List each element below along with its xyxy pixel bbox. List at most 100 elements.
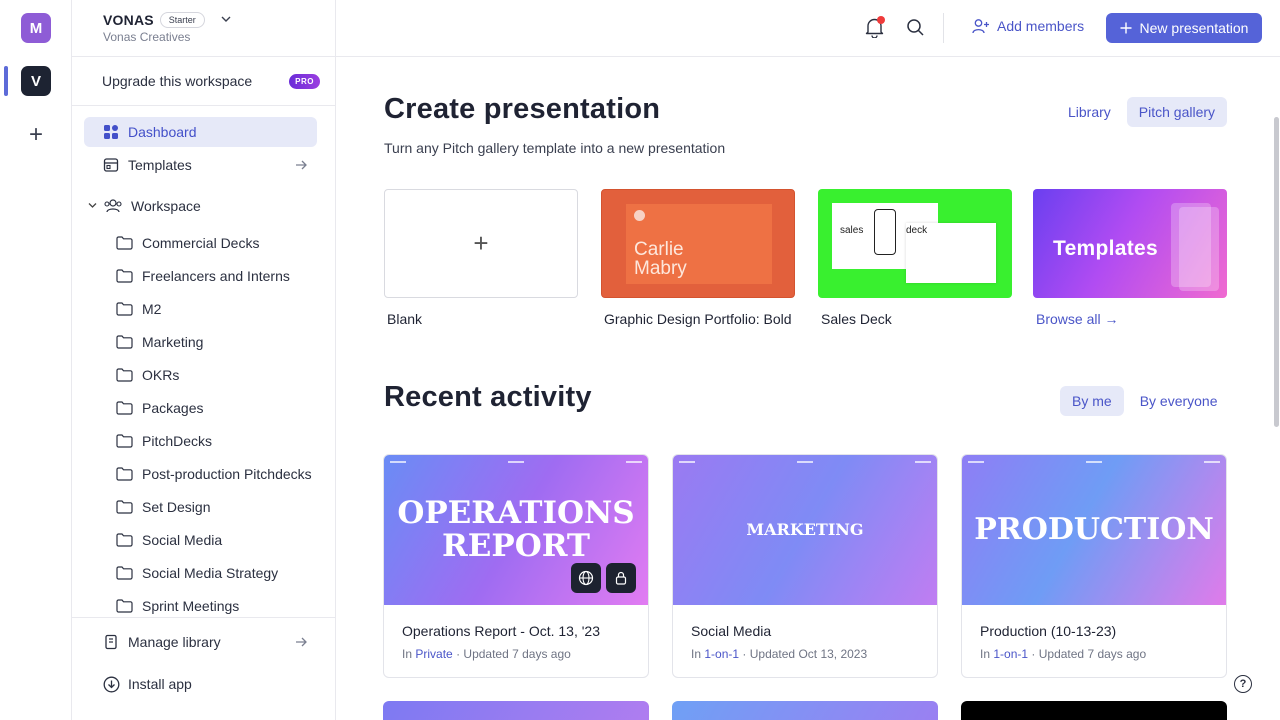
sidebar-folder-item[interactable]: Social Media [116,528,222,552]
template-thumbnail[interactable]: + [384,189,578,298]
presentation-card-partial[interactable] [672,701,938,720]
thumbnail-header [679,461,931,463]
folder-link[interactable]: Private [415,647,452,661]
sidebar-folder-item[interactable]: Packages [116,396,203,420]
tab-by-everyone[interactable]: By everyone [1128,386,1230,416]
library-icon [102,633,120,651]
recent-activity-title: Recent activity [384,381,592,413]
template-sales-deck[interactable]: sales deck Sales Deck [818,189,1012,327]
chevron-down-icon[interactable] [221,15,231,26]
workspace-section-label: Workspace [131,198,201,214]
presentation-meta: In 1-on-1 · Updated 7 days ago [980,647,1208,661]
users-icon [103,198,123,214]
help-button[interactable]: ? [1234,675,1252,693]
plus-icon [1120,22,1132,34]
scrollbar[interactable] [1272,57,1280,720]
presentation-card-social-media[interactable]: MARKETING Social Media In 1-on-1 · Updat… [672,454,938,678]
add-workspace-button[interactable]: + [24,121,48,148]
folder-icon [116,335,142,349]
tab-pitch-gallery[interactable]: Pitch gallery [1126,97,1228,127]
upgrade-workspace-item[interactable]: Upgrade this workspace PRO [72,56,335,106]
folder-link[interactable]: 1-on-1 [993,647,1028,661]
top-bar: Add members New presentation [336,0,1280,57]
folder-icon [116,599,142,613]
updated-time: Updated 7 days ago [1038,647,1147,661]
presentation-thumbnail[interactable]: MARKETING [673,455,937,605]
workspace-rail: M V + [0,0,72,720]
sidebar-item-templates[interactable]: Templates [84,150,317,180]
presentation-thumbnail[interactable]: OPERATIONS REPORT [384,455,648,605]
sidebar-folder-item[interactable]: OKRs [116,363,179,387]
sidebar-folder-item[interactable]: Freelancers and Interns [116,264,290,288]
sidebar-item-manage-library[interactable]: Manage library [84,627,317,657]
presentation-meta: In 1-on-1 · Updated Oct 13, 2023 [691,647,919,661]
decorative-dot [634,210,645,221]
thumbnail-title: PRODUCTION [974,512,1214,548]
plan-badge: Starter [159,12,205,28]
presentation-meta: In Private · Updated 7 days ago [402,647,630,661]
folder-icon [116,566,142,580]
workspace-avatar-m[interactable]: M [21,13,51,43]
updated-time: Updated 7 days ago [463,647,571,661]
search-icon[interactable] [906,18,925,42]
presentation-card-partial[interactable] [961,701,1227,720]
thumbnail-header [390,461,642,463]
meta-separator: · [742,647,750,661]
presentation-card-production[interactable]: PRODUCTION Production (10-13-23) In 1-on… [961,454,1227,678]
sidebar-folder-item[interactable]: Sprint Meetings [116,594,239,618]
globe-icon[interactable] [571,563,601,593]
add-members-button[interactable]: Add members [972,18,1084,34]
chevron-down-icon [88,201,97,211]
presentation-thumbnail[interactable]: PRODUCTION [962,455,1226,605]
meta-in: In [980,647,991,661]
folder-icon [116,302,142,316]
lock-icon[interactable] [606,563,636,593]
download-icon [102,675,120,693]
scrollbar-thumb[interactable] [1274,117,1279,427]
tab-by-me[interactable]: By me [1060,386,1124,416]
template-thumbnail[interactable]: Templates [1033,189,1227,298]
workspace-switcher[interactable]: VONAS Starter Vonas Creatives [103,12,231,44]
recent-filter-tabs: By me By everyone [1060,386,1230,416]
create-presentation-subtitle: Turn any Pitch gallery template into a n… [384,140,726,156]
sidebar-folder-item[interactable]: Set Design [116,495,210,519]
thumbnail-header [968,461,1220,463]
template-browse-all[interactable]: Templates Browse all → [1033,189,1227,327]
sidebar-item-dashboard[interactable]: Dashboard [84,117,317,147]
sidebar-folder-item[interactable]: Commercial Decks [116,231,259,255]
sidebar-folder-item[interactable]: M2 [116,297,161,321]
divider [72,617,335,618]
sidebar-folder-item[interactable]: PitchDecks [116,429,212,453]
template-graphic-design-portfolio[interactable]: Carlie Mabry Graphic Design Portfolio: B… [601,189,795,327]
presentation-card-operations-report[interactable]: OPERATIONS REPORT Operations Report - Oc… [383,454,649,678]
workspace-section-toggle[interactable]: Workspace [88,198,201,214]
presentation-title: Social Media [691,623,772,639]
folder-icon [116,533,142,547]
thumbnail-text: deck [906,225,928,236]
add-user-icon [972,18,990,34]
sidebar-item-install-app[interactable]: Install app [84,669,317,699]
folder-label: Set Design [142,499,211,515]
notification-dot [877,16,885,24]
add-members-label: Add members [997,18,1085,34]
template-thumbnail[interactable]: Carlie Mabry [601,189,795,298]
browse-all-link[interactable]: Browse all → [1033,311,1227,327]
arrow-right-icon [295,157,308,173]
tab-library[interactable]: Library [1056,97,1123,127]
workspace-avatar-v[interactable]: V [21,66,51,96]
folder-icon [116,269,142,283]
presentation-card-partial[interactable] [383,701,649,720]
folder-label: Social Media [142,532,223,548]
folder-link[interactable]: 1-on-1 [704,647,739,661]
new-presentation-button[interactable]: New presentation [1106,13,1262,43]
template-thumbnail[interactable]: sales deck [818,189,1012,298]
sidebar-folder-item[interactable]: Social Media Strategy [116,561,278,585]
sidebar-folder-item[interactable]: Marketing [116,330,203,354]
thumbnail-text: Carlie Mabry [634,240,687,278]
template-label: Sales Deck [821,311,892,327]
sidebar-folder-item[interactable]: Post-production Pitchdecks [116,462,312,486]
create-presentation-title: Create presentation [384,93,661,125]
meta-in: In [402,647,413,661]
folder-label: PitchDecks [142,433,213,449]
template-blank[interactable]: + Blank [384,189,578,327]
